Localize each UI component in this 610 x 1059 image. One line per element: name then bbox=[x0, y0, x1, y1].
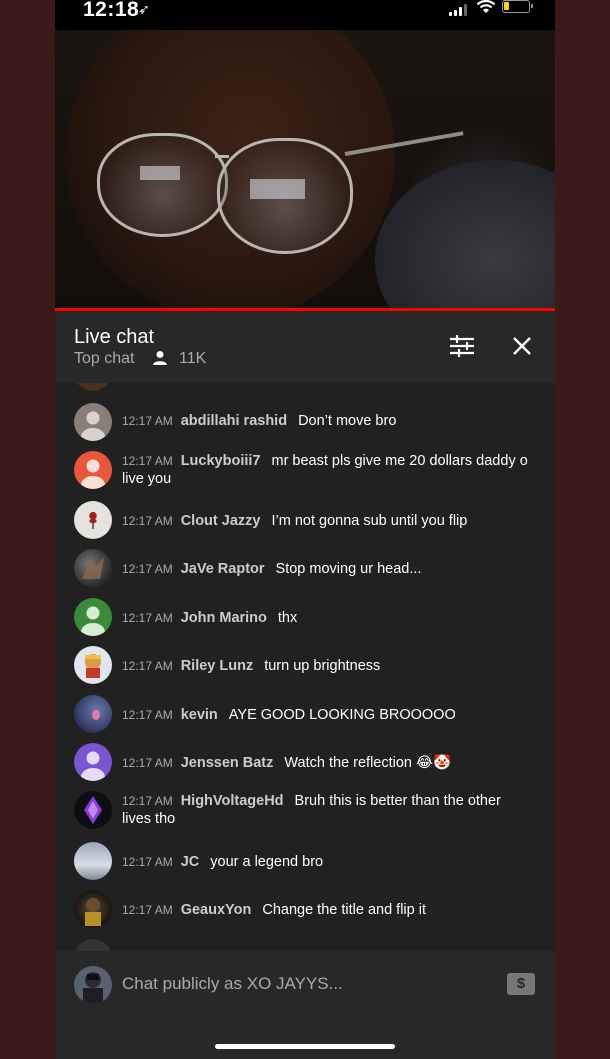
glasses-lens-left bbox=[97, 133, 228, 237]
chat-input[interactable]: Chat publicly as XO JAYYS... bbox=[122, 974, 482, 998]
message-author[interactable]: HighVoltageHd bbox=[181, 793, 284, 809]
message-timestamp: 12:17 AM bbox=[122, 855, 173, 869]
message-author[interactable]: Clout Jazzy bbox=[181, 513, 261, 529]
message-author[interactable]: Luckyboiii7 bbox=[181, 453, 261, 469]
message-text-continued: lives tho bbox=[122, 811, 176, 827]
avatar bbox=[74, 501, 112, 539]
chat-messages-list[interactable]: 12:17 AM abdillahi rashid Don’t move bro 1… bbox=[55, 383, 555, 951]
avatar bbox=[74, 939, 112, 951]
avatar bbox=[74, 549, 112, 587]
message-text: mr beast pls give me 20 dollars daddy o bbox=[271, 453, 528, 469]
message-author[interactable]: GeauxYon bbox=[181, 902, 252, 918]
message-timestamp: 12:17 AM bbox=[122, 659, 173, 673]
avatar bbox=[74, 403, 112, 441]
message-text: your a legend bro bbox=[210, 854, 324, 870]
video-player[interactable] bbox=[55, 30, 555, 308]
message-text: AYE GOOD LOOKING BROOOOO bbox=[228, 707, 456, 723]
message-author[interactable]: Jenssen Batz bbox=[181, 755, 274, 771]
avatar bbox=[74, 695, 112, 733]
chat-title: Live chat bbox=[74, 326, 155, 348]
home-indicator[interactable] bbox=[215, 1044, 395, 1049]
message-author[interactable]: kevin bbox=[181, 707, 218, 723]
message-timestamp: 12:17 AM bbox=[122, 903, 173, 917]
message-author[interactable]: Riley Lunz bbox=[181, 658, 254, 674]
person-icon bbox=[153, 351, 167, 365]
status-bar: 12:18 ➶ bbox=[55, 0, 555, 30]
message-timestamp: 12:17 AM bbox=[122, 414, 173, 428]
avatar bbox=[74, 451, 112, 489]
filter-settings-icon[interactable] bbox=[447, 331, 477, 361]
message-author[interactable]: JaVe Raptor bbox=[181, 561, 265, 577]
message-text: turn up brightness bbox=[264, 658, 381, 674]
message-author[interactable]: John Marino bbox=[181, 610, 267, 626]
avatar bbox=[74, 890, 112, 928]
message-author[interactable]: JC bbox=[181, 854, 200, 870]
status-time: 12:18 bbox=[83, 0, 140, 21]
message-text: I’m not gonna sub until you flip bbox=[271, 513, 468, 529]
avatar bbox=[74, 842, 112, 880]
chat-header: Live chat Top chat 11K bbox=[55, 311, 555, 383]
message-text-continued: live you bbox=[122, 471, 172, 487]
message-timestamp: 12:17 AM bbox=[122, 514, 173, 528]
message-timestamp: 12:17 AM bbox=[122, 611, 173, 625]
avatar bbox=[74, 383, 112, 391]
message-timestamp: 12:17 AM bbox=[122, 562, 173, 576]
battery-icon bbox=[502, 0, 533, 13]
avatar bbox=[74, 598, 112, 636]
avatar bbox=[74, 791, 112, 829]
avatar bbox=[74, 743, 112, 781]
chat-mode-selector[interactable]: Top chat bbox=[74, 350, 134, 368]
cellular-signal-icon bbox=[449, 4, 469, 16]
message-text: Don’t move bro bbox=[298, 413, 397, 429]
close-icon[interactable] bbox=[507, 331, 537, 361]
location-arrow-icon: ➶ bbox=[138, 1, 150, 17]
user-avatar bbox=[74, 966, 112, 1004]
message-text: Stop moving ur head... bbox=[275, 561, 422, 577]
message-timestamp: 12:17 AM bbox=[122, 756, 173, 770]
message-timestamp: 12:17 AM bbox=[122, 794, 173, 808]
chat-input-bar: Chat publicly as XO JAYYS... $ bbox=[55, 951, 555, 1059]
message-timestamp: 12:17 AM bbox=[122, 454, 173, 468]
video-shoulder bbox=[375, 160, 555, 308]
message-text: Bruh this is better than the other bbox=[294, 793, 501, 809]
glasses-lens-right bbox=[217, 138, 353, 254]
wifi-icon bbox=[476, 0, 496, 13]
message-author[interactable]: abdillahi rashid bbox=[181, 413, 287, 429]
phone-screen: 12:18 ➶ Live chat Top chat 11K 12:17 AM … bbox=[55, 0, 555, 1059]
glasses-bridge bbox=[215, 155, 229, 158]
viewer-count: 11K bbox=[179, 350, 207, 367]
message-text: thx bbox=[277, 610, 298, 626]
super-chat-dollar-icon[interactable]: $ bbox=[507, 973, 535, 995]
message-text: Change the title and flip it bbox=[262, 902, 426, 918]
avatar bbox=[74, 646, 112, 684]
message-text: Watch the reflection 😂🤡 bbox=[284, 755, 452, 771]
message-timestamp: 12:17 AM bbox=[122, 708, 173, 722]
